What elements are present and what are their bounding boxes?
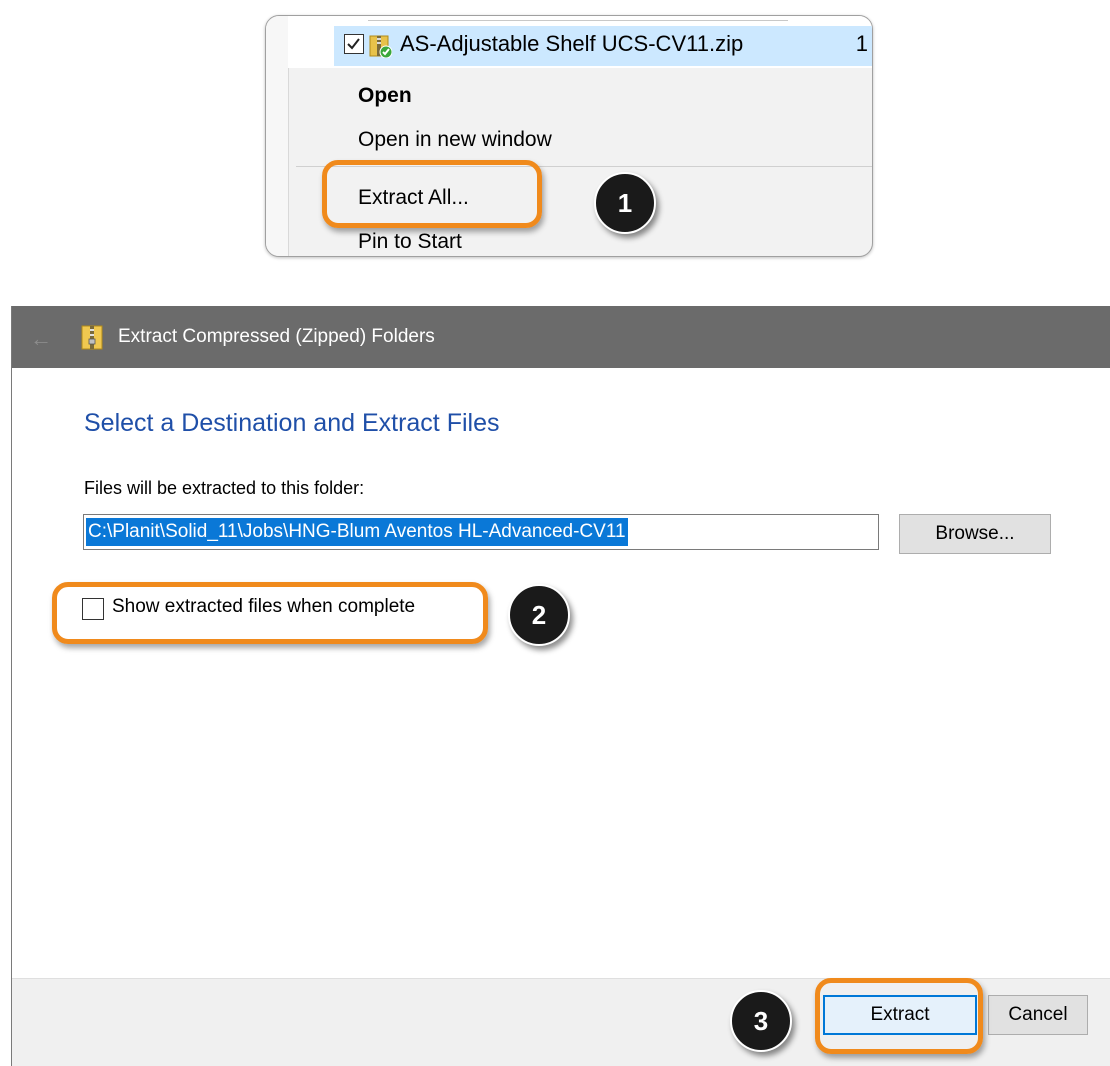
- step-badge-2: 2: [508, 584, 570, 646]
- highlight-show-files: [52, 582, 488, 644]
- dialog-title: Extract Compressed (Zipped) Folders: [118, 326, 435, 347]
- destination-path-input[interactable]: C:\Planit\Solid_11\Jobs\HNG-Blum Aventos…: [83, 514, 879, 550]
- file-name[interactable]: AS-Adjustable Shelf UCS-CV11.zip: [400, 31, 743, 57]
- menu-item-open-new-window[interactable]: Open in new window: [358, 128, 552, 152]
- extract-dialog: ← Extract Compressed (Zipped) Folders Se…: [11, 306, 1110, 1066]
- destination-label: Files will be extracted to this folder:: [84, 478, 365, 498]
- previous-row-edge: [368, 16, 788, 21]
- step-badge-1: 1: [594, 172, 656, 234]
- step-badge-3: 3: [730, 990, 792, 1052]
- back-arrow-icon[interactable]: ←: [30, 326, 52, 352]
- browse-button[interactable]: Browse...: [899, 514, 1051, 554]
- menu-item-pin-to-start[interactable]: Pin to Start: [358, 230, 462, 254]
- highlight-extract-all: [322, 160, 542, 228]
- dialog-titlebar: ← Extract Compressed (Zipped) Folders: [12, 306, 1110, 368]
- checkmark-icon: [347, 38, 360, 50]
- explorer-nav-strip: [266, 16, 289, 256]
- highlight-extract-button: [815, 978, 983, 1054]
- destination-path-text: C:\Planit\Solid_11\Jobs\HNG-Blum Aventos…: [86, 518, 628, 546]
- zip-folder-icon: [369, 35, 392, 58]
- menu-item-open[interactable]: Open: [358, 84, 412, 108]
- file-size-fragment: 1: [855, 31, 868, 56]
- dialog-heading: Select a Destination and Extract Files: [84, 409, 500, 437]
- row-checkbox[interactable]: [344, 34, 364, 54]
- cancel-button[interactable]: Cancel: [988, 995, 1088, 1035]
- file-list-row[interactable]: AS-Adjustable Shelf UCS-CV11.zip 1: [288, 16, 872, 68]
- zip-folder-icon: [81, 325, 103, 350]
